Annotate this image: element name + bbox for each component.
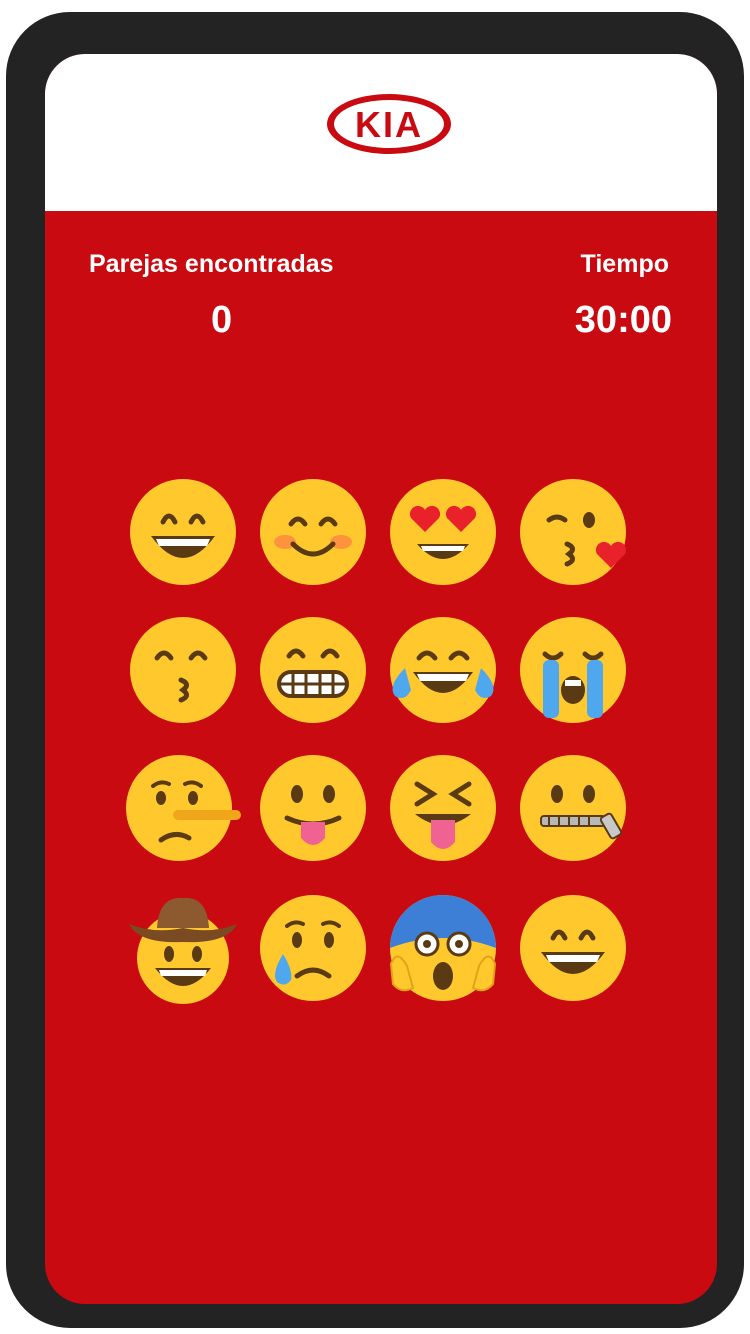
heart-eyes-face-icon <box>390 479 496 585</box>
card[interactable] <box>383 610 503 730</box>
grimacing-face-icon <box>260 617 366 723</box>
timer-label: Tiempo <box>580 250 669 278</box>
card[interactable] <box>513 472 633 592</box>
phone-frame: KIA Parejas encontradas 0 Tiempo 30:00 <box>6 12 744 1328</box>
card[interactable] <box>253 472 373 592</box>
grinning-face-icon <box>130 479 236 585</box>
card[interactable] <box>383 888 503 1008</box>
face-blowing-kiss-icon <box>520 479 627 585</box>
squinting-tongue-face-icon <box>390 755 496 861</box>
card[interactable] <box>123 748 243 868</box>
tears-of-joy-face-icon <box>390 617 496 723</box>
svg-text:KIA: KIA <box>355 104 423 145</box>
card[interactable] <box>253 888 373 1008</box>
card[interactable] <box>253 610 373 730</box>
cowboy-hat-face-icon <box>129 897 237 1004</box>
brand-header: KIA <box>45 54 717 211</box>
zipper-mouth-face-icon <box>520 755 626 861</box>
card[interactable] <box>123 610 243 730</box>
face-with-tongue-icon <box>260 755 366 861</box>
lying-face-icon <box>126 755 241 861</box>
score-label: Parejas encontradas <box>89 250 334 278</box>
kia-logo: KIA <box>327 94 451 154</box>
crying-face-icon <box>260 895 366 1001</box>
grinning-face-icon <box>520 895 626 1001</box>
card[interactable] <box>383 748 503 868</box>
card[interactable] <box>513 748 633 868</box>
card[interactable] <box>383 472 503 592</box>
kissing-face-smiling-eyes-icon <box>130 617 236 723</box>
card[interactable] <box>513 888 633 1008</box>
loudly-crying-face-icon <box>520 617 626 723</box>
card[interactable] <box>513 610 633 730</box>
score-value: 0 <box>211 299 233 341</box>
screaming-in-fear-face-icon <box>389 895 497 1001</box>
card[interactable] <box>123 472 243 592</box>
card[interactable] <box>123 888 243 1008</box>
game-screen: KIA Parejas encontradas 0 Tiempo 30:00 <box>45 54 717 1304</box>
card[interactable] <box>253 748 373 868</box>
timer-value: 30:00 <box>574 299 672 341</box>
smiling-face-blush-icon <box>260 479 366 585</box>
